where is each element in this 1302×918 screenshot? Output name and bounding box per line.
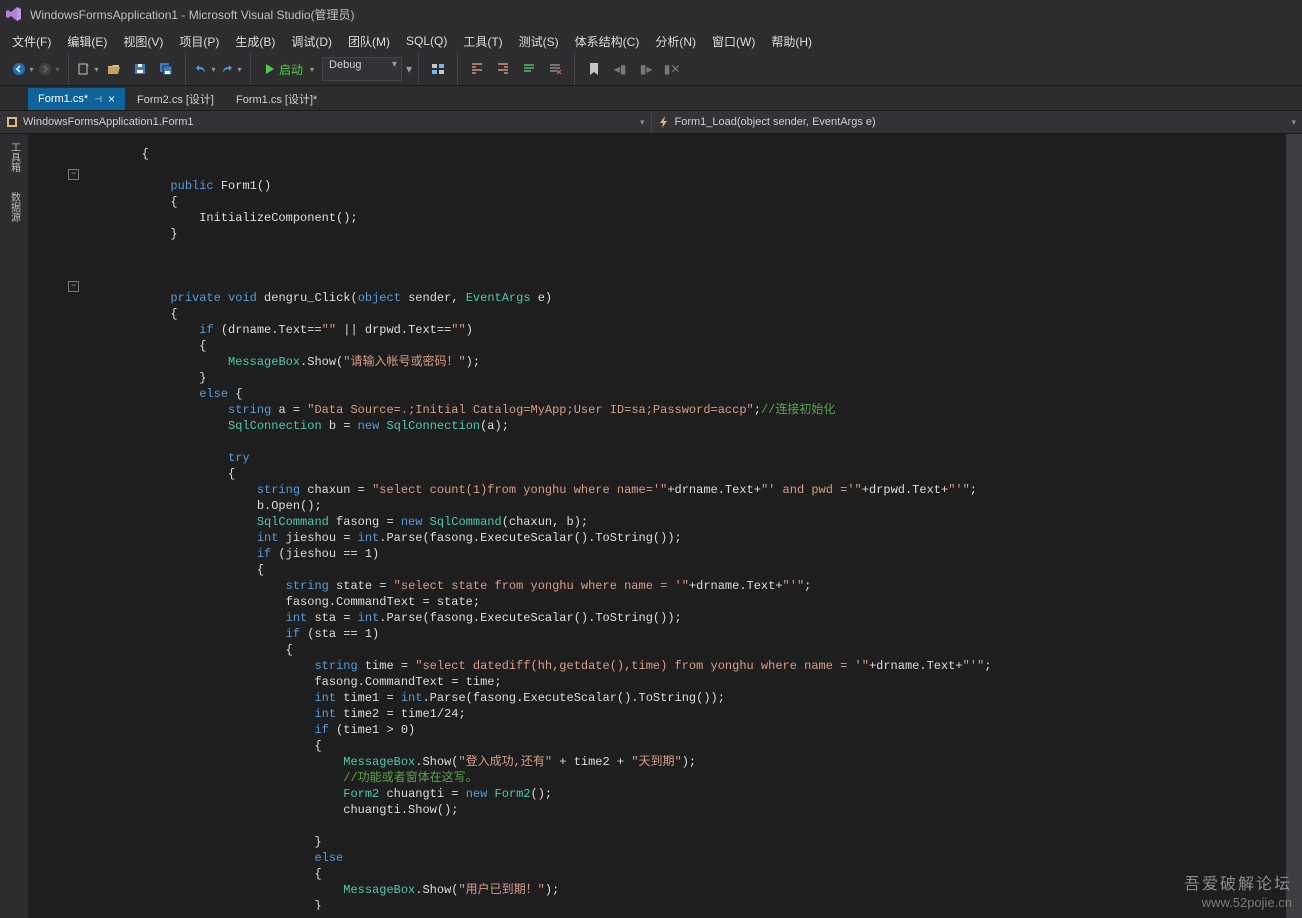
tab-label: Form1.cs [设计]*: [236, 91, 317, 107]
menu-window[interactable]: 窗口(W): [704, 31, 763, 52]
member-scope-select[interactable]: Form1_Load(object sender, EventArgs e) ▾: [652, 111, 1302, 133]
code-area[interactable]: { public Form1() { InitializeComponent()…: [78, 146, 1286, 910]
save-icon[interactable]: [129, 58, 151, 80]
nav-forward-icon[interactable]: ▾: [38, 58, 60, 80]
open-file-icon[interactable]: [103, 58, 125, 80]
menu-sql[interactable]: SQL(Q): [398, 32, 455, 50]
pin-icon[interactable]: ⊣: [94, 94, 102, 105]
tab-label: Form2.cs [设计]: [137, 91, 214, 107]
undo-icon[interactable]: ▾: [194, 58, 216, 80]
save-all-icon[interactable]: [155, 58, 177, 80]
code-nav-bar: WindowsFormsApplication1.Form1 ▾ Form1_L…: [0, 110, 1302, 134]
start-label: 启动: [279, 61, 303, 78]
lightning-icon: [658, 116, 670, 128]
uncomment-icon[interactable]: [544, 58, 566, 80]
vertical-scrollbar[interactable]: [1286, 134, 1302, 918]
tab-label: Form1.cs*: [38, 93, 88, 105]
tab-form2-design[interactable]: Form2.cs [设计]: [127, 88, 224, 110]
clear-bookmarks-icon[interactable]: ▮✕: [661, 58, 683, 80]
menu-edit[interactable]: 编辑(E): [59, 31, 115, 52]
window-title: WindowsFormsApplication1 - Microsoft Vis…: [30, 6, 355, 23]
solution-explorer-icon[interactable]: [427, 58, 449, 80]
side-tab-datasource[interactable]: 数据源: [5, 188, 24, 226]
prev-bookmark-icon[interactable]: ◂▮: [609, 58, 631, 80]
window-titlebar: WindowsFormsApplication1 - Microsoft Vis…: [0, 0, 1302, 29]
side-tab-toolbox[interactable]: 工具箱: [5, 138, 24, 176]
comment-icon[interactable]: [518, 58, 540, 80]
type-scope-label: WindowsFormsApplication1.Form1: [23, 116, 194, 128]
vs-logo-icon: [6, 6, 22, 22]
menu-build[interactable]: 生成(B): [227, 31, 283, 52]
menu-file[interactable]: 文件(F): [4, 31, 59, 52]
menu-project[interactable]: 项目(P): [171, 31, 227, 52]
type-scope-select[interactable]: WindowsFormsApplication1.Form1 ▾: [0, 111, 652, 133]
menu-view[interactable]: 视图(V): [115, 31, 171, 52]
menu-debug[interactable]: 调试(D): [283, 31, 340, 52]
indent-right-icon[interactable]: [492, 58, 514, 80]
config-select[interactable]: Debug: [322, 57, 402, 81]
member-scope-label: Form1_Load(object sender, EventArgs e): [675, 116, 876, 128]
code-editor[interactable]: −− { public Form1() { InitializeComponen…: [28, 134, 1302, 918]
editor-gutter: −−: [28, 134, 78, 918]
menu-team[interactable]: 团队(M): [340, 31, 398, 52]
menu-bar: 文件(F) 编辑(E) 视图(V) 项目(P) 生成(B) 调试(D) 团队(M…: [0, 29, 1302, 53]
indent-left-icon[interactable]: [466, 58, 488, 80]
side-tabwell: 工具箱 数据源: [0, 134, 28, 918]
menu-tools[interactable]: 工具(T): [455, 31, 510, 52]
editor-tabstrip: Form1.cs* ⊣ × Form2.cs [设计] Form1.cs [设计…: [0, 86, 1302, 110]
bookmark-icon[interactable]: [583, 58, 605, 80]
nav-back-icon[interactable]: ▾: [12, 58, 34, 80]
start-debug-button[interactable]: 启动 ▾: [259, 56, 320, 82]
new-item-icon[interactable]: ▾: [77, 58, 99, 80]
next-bookmark-icon[interactable]: ▮▸: [635, 58, 657, 80]
tab-form1-design[interactable]: Form1.cs [设计]*: [226, 88, 327, 110]
play-icon: [265, 64, 275, 74]
redo-icon[interactable]: ▾: [220, 58, 242, 80]
close-icon[interactable]: ×: [108, 92, 115, 106]
main-toolbar: ▾ ▾ ▾ ▾ ▾ 启动 ▾ Debug ▾ ◂▮ ▮▸ ▮✕: [0, 53, 1302, 86]
menu-test[interactable]: 测试(S): [511, 31, 567, 52]
menu-analyze[interactable]: 分析(N): [647, 31, 704, 52]
menu-arch[interactable]: 体系结构(C): [567, 31, 648, 52]
menu-help[interactable]: 帮助(H): [763, 31, 820, 52]
class-icon: [6, 116, 18, 128]
tab-form1cs[interactable]: Form1.cs* ⊣ ×: [28, 88, 125, 110]
